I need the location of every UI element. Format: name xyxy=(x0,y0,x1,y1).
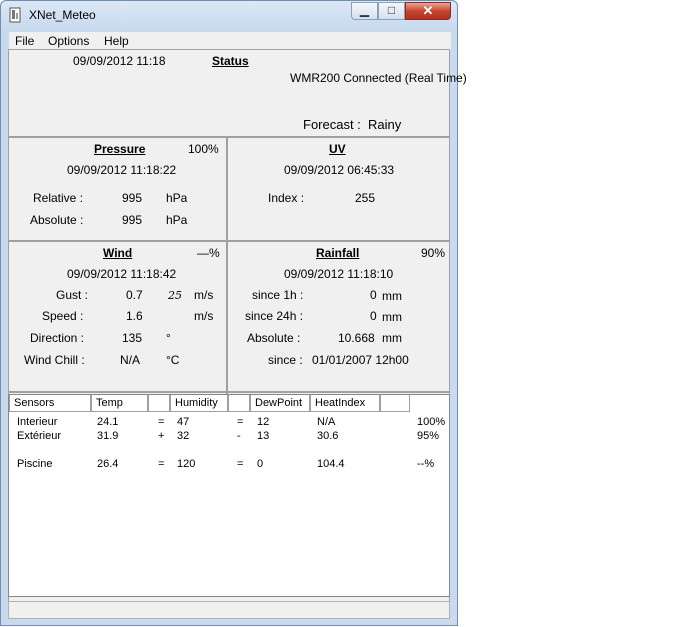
menu-bar: File Options Help xyxy=(9,32,451,50)
absolute-pressure-value: 995 xyxy=(122,213,143,227)
since-1h-value: 0 xyxy=(370,288,377,302)
connection-status: WMR200 Connected (Real Time) xyxy=(290,71,467,85)
wind-chill-value: N/A xyxy=(120,353,141,367)
absolute-pressure-label: Absolute : xyxy=(30,213,84,227)
rain-since-label: since : xyxy=(268,353,303,367)
maximize-icon: □ xyxy=(387,3,396,17)
column-header-humidity[interactable]: Humidity xyxy=(170,395,228,412)
since-1h-unit: mm xyxy=(382,289,402,303)
minimize-icon: ▁ xyxy=(359,3,370,17)
divider xyxy=(9,240,449,242)
column-header-temp[interactable]: Temp xyxy=(91,395,148,412)
since-24h-label: since 24h : xyxy=(245,309,304,323)
sensor-battery: 100% xyxy=(417,416,446,428)
divider xyxy=(9,391,449,393)
sensor-humidity: 47 xyxy=(177,416,190,428)
divider xyxy=(9,136,449,138)
pressure-datetime: 09/09/2012 11:18:22 xyxy=(67,163,177,177)
sensor-battery: 95% xyxy=(417,430,440,442)
speed-value: 1.6 xyxy=(126,309,143,323)
since-24h-unit: mm xyxy=(382,310,402,324)
direction-value: 135 xyxy=(122,331,143,345)
uv-index-label: Index : xyxy=(268,191,305,205)
temp-trend: + xyxy=(158,430,165,442)
column-header-battery[interactable] xyxy=(380,395,410,412)
pressure-header: Pressure xyxy=(94,142,146,156)
absolute-pressure-unit: hPa xyxy=(166,213,188,227)
sensor-heatindex: N/A xyxy=(317,416,336,428)
window-title: XNet_Meteo xyxy=(29,8,96,22)
column-header-humidity-trend[interactable] xyxy=(228,395,250,412)
column-header-dewpoint[interactable]: DewPoint xyxy=(250,395,310,412)
sensor-humidity: 32 xyxy=(177,430,190,442)
rainfall-header: Rainfall xyxy=(316,246,360,260)
sensor-dewpoint: 0 xyxy=(257,458,264,470)
rain-absolute-value: 10.668 xyxy=(338,331,375,345)
sensor-name: Interieur xyxy=(17,416,58,428)
sensor-battery: --% xyxy=(417,458,435,470)
sensor-temp: 26.4 xyxy=(97,458,119,470)
sensor-name: Extérieur xyxy=(17,430,62,442)
temp-trend: = xyxy=(158,458,165,470)
wind-battery: —% xyxy=(197,246,220,260)
rain-since-value: 01/01/2007 12h00 xyxy=(312,353,409,367)
column-header-sensors[interactable]: Sensors xyxy=(9,395,91,412)
gust-unit: m/s xyxy=(194,288,214,302)
relative-label: Relative : xyxy=(33,191,84,205)
rainfall-battery: 90% xyxy=(421,246,446,260)
menu-help[interactable]: Help xyxy=(104,34,129,48)
uv-header: UV xyxy=(329,142,346,156)
temp-trend: = xyxy=(158,416,165,428)
wind-chill-unit: °C xyxy=(166,353,180,367)
forecast-value: Rainy xyxy=(368,117,402,132)
minimize-button[interactable]: ▁ xyxy=(351,2,378,20)
uv-datetime: 09/09/2012 06:45:33 xyxy=(284,163,395,177)
gust-label: Gust : xyxy=(56,288,89,302)
direction-unit: ° xyxy=(166,331,171,345)
sensor-heatindex: 30.6 xyxy=(317,430,339,442)
menu-file[interactable]: File xyxy=(15,34,34,48)
humidity-trend: - xyxy=(237,430,241,442)
direction-label: Direction : xyxy=(30,331,85,345)
sensor-name: Piscine xyxy=(17,458,53,470)
wind-header: Wind xyxy=(103,246,133,260)
sensor-dewpoint: 12 xyxy=(257,416,270,428)
sensor-dewpoint: 13 xyxy=(257,430,270,442)
column-header-temp-trend[interactable] xyxy=(148,395,170,412)
rain-absolute-label: Absolute : xyxy=(247,331,301,345)
uv-index-value: 255 xyxy=(355,191,376,205)
humidity-trend: = xyxy=(237,416,244,428)
app-icon xyxy=(9,7,21,23)
forecast-label: Forecast : xyxy=(303,117,361,132)
gust-extra: 25 xyxy=(168,289,182,302)
relative-unit: hPa xyxy=(166,191,188,205)
column-header-heatindex[interactable]: HeatIndex xyxy=(310,395,380,412)
close-button[interactable]: ✕ xyxy=(405,2,451,20)
pressure-battery: 100% xyxy=(188,142,219,156)
relative-value: 995 xyxy=(122,191,143,205)
sensor-temp: 31.9 xyxy=(97,430,119,442)
speed-unit: m/s xyxy=(194,309,214,323)
since-24h-value: 0 xyxy=(370,309,377,323)
status-bar xyxy=(8,601,450,619)
wind-datetime: 09/09/2012 11:18:42 xyxy=(67,267,177,281)
sensor-humidity: 120 xyxy=(177,458,196,470)
rainfall-datetime: 09/09/2012 11:18:10 xyxy=(284,267,394,281)
close-icon: ✕ xyxy=(422,3,434,18)
status-header: Status xyxy=(212,54,249,68)
sensor-temp: 24.1 xyxy=(97,416,119,428)
gust-value: 0.7 xyxy=(126,288,143,302)
status-datetime: 09/09/2012 11:18 xyxy=(73,54,166,68)
sensor-heatindex: 104.4 xyxy=(317,458,345,470)
title-bar[interactable]: XNet_Meteo ▁ □ ✕ xyxy=(1,1,457,29)
wind-chill-label: Wind Chill : xyxy=(24,353,85,367)
humidity-trend: = xyxy=(237,458,244,470)
sensors-list[interactable]: Sensors Temp Humidity DewPoint HeatIndex… xyxy=(8,394,450,597)
maximize-button[interactable]: □ xyxy=(378,2,405,20)
since-1h-label: since 1h : xyxy=(252,288,304,302)
speed-label: Speed : xyxy=(42,309,84,323)
rain-absolute-unit: mm xyxy=(382,331,402,345)
menu-options[interactable]: Options xyxy=(48,34,89,48)
